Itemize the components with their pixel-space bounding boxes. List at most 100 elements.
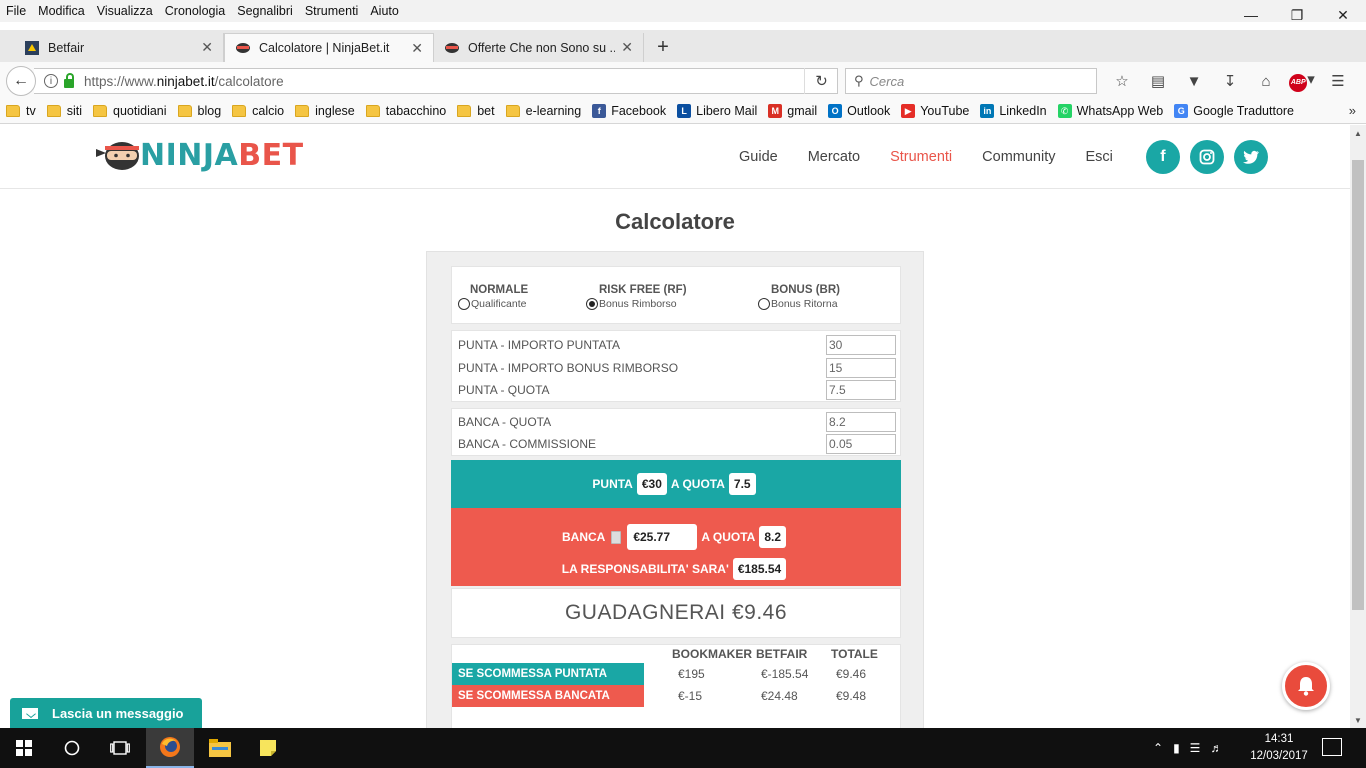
notification-bell-button[interactable]	[1282, 662, 1330, 710]
minimize-icon[interactable]: —	[1228, 0, 1274, 30]
reload-icon[interactable]: ↻	[804, 68, 838, 94]
banca-amount-field[interactable]: €25.77	[627, 524, 698, 550]
clipboard-icon[interactable]	[611, 530, 622, 544]
close-tab-icon[interactable]: ✕	[621, 39, 633, 56]
home-icon[interactable]: ⌂	[1248, 73, 1284, 90]
close-tab-icon[interactable]: ✕	[201, 39, 213, 56]
menu-file[interactable]: File	[0, 0, 32, 22]
close-window-icon[interactable]: ✕	[1320, 0, 1366, 30]
punta-odds-badge: 7.5	[728, 473, 756, 495]
nav-community[interactable]: Community	[982, 149, 1055, 165]
download-icon[interactable]: ↧	[1212, 72, 1248, 90]
menu-cronologia[interactable]: Cronologia	[159, 0, 231, 22]
bookmark-blog[interactable]: blog	[177, 104, 221, 118]
close-tab-icon[interactable]: ✕	[411, 40, 423, 57]
menu-aiuto[interactable]: Aiuto	[364, 0, 405, 22]
bookmarks-overflow-icon[interactable]: »	[1349, 103, 1356, 118]
menu-visualizza[interactable]: Visualizza	[91, 0, 159, 22]
url-bar[interactable]: i https://www.ninjabet.it/calcolatore	[34, 68, 838, 94]
linkedin-icon: in	[980, 104, 995, 118]
punta-quota-input[interactable]	[826, 380, 896, 400]
bookmark-youtube[interactable]: ▶ YouTube	[901, 104, 969, 118]
bookmark-inglese[interactable]: inglese	[295, 104, 355, 118]
info-icon[interactable]: i	[44, 74, 58, 88]
firefox-taskbar-icon[interactable]	[146, 728, 194, 768]
radio-normale[interactable]	[458, 298, 470, 310]
nav-guide[interactable]: Guide	[739, 149, 778, 165]
bookmark-whatsapp-web[interactable]: ✆ WhatsApp Web	[1057, 104, 1163, 118]
mode-normale[interactable]: NORMALE Qualificante	[458, 284, 528, 310]
folder-icon	[232, 105, 247, 117]
bookmark-linkedin[interactable]: in LinkedIn	[980, 104, 1047, 118]
bookmark-libero-mail[interactable]: L Libero Mail	[677, 104, 757, 118]
bookmark-calcio[interactable]: calcio	[232, 104, 284, 118]
leave-message-button[interactable]: Lascia un messaggio	[10, 698, 202, 728]
page-title: Calcolatore	[615, 209, 735, 234]
file-explorer-icon[interactable]	[196, 728, 244, 768]
wifi-icon[interactable]: ☰	[1190, 741, 1201, 755]
tab-offerte[interactable]: Offerte Che non Sono su ... ✕	[434, 33, 644, 62]
scroll-up-icon[interactable]: ▲	[1350, 125, 1366, 141]
bookmark-gmail[interactable]: Mgmail	[768, 104, 817, 118]
menu-segnalibri[interactable]: Segnalibri	[231, 0, 299, 22]
url-text[interactable]: https://www.ninjabet.it/calcolatore	[84, 74, 284, 89]
hamburger-menu-icon[interactable]: ☰	[1320, 72, 1356, 90]
banca-commissione-input[interactable]	[826, 434, 896, 454]
nav-strumenti[interactable]: Strumenti	[890, 149, 952, 165]
importo-puntata-input[interactable]	[826, 335, 896, 355]
cell-totale: €9.48	[836, 689, 867, 703]
tray-chevron-icon[interactable]: ⌃	[1153, 741, 1163, 755]
sticky-notes-icon[interactable]	[244, 728, 292, 768]
nav-esci[interactable]: Esci	[1085, 149, 1112, 165]
mode-risk-free[interactable]: RISK FREE (RF) Bonus Rimborso	[586, 284, 687, 310]
scroll-thumb[interactable]	[1352, 160, 1364, 610]
tab-calcolatore[interactable]: Calcolatore | NinjaBet.it ✕	[224, 33, 434, 62]
bookmark-quotidiani[interactable]: quotidiani	[93, 104, 167, 118]
betfair-favicon-icon	[24, 40, 40, 56]
restore-icon[interactable]: ❐	[1274, 0, 1320, 30]
bookmark-label: inglese	[315, 104, 355, 118]
ninjabet-logo[interactable]: NINJABET	[94, 139, 304, 173]
scroll-down-icon[interactable]: ▼	[1350, 712, 1366, 728]
task-view-icon[interactable]	[96, 728, 144, 768]
twitter-icon[interactable]	[1233, 140, 1268, 174]
bookmark-tabacchino[interactable]: tabacchino	[365, 104, 446, 118]
radio-bonus[interactable]	[758, 298, 770, 310]
action-center-icon[interactable]	[1322, 738, 1342, 756]
bookmark-siti[interactable]: siti	[46, 104, 82, 118]
banca-quota-input[interactable]	[826, 412, 896, 432]
facebook-icon[interactable]: f	[1145, 140, 1180, 174]
bookmark-facebook[interactable]: f Facebook	[592, 104, 666, 118]
tab-betfair[interactable]: Betfair ✕	[14, 33, 224, 62]
nav-mercato[interactable]: Mercato	[808, 149, 860, 165]
search-input[interactable]: ⚲ Cerca	[845, 68, 1097, 94]
adblock-icon[interactable]: ABP ▾	[1284, 70, 1320, 92]
bookmark-bet[interactable]: bet	[457, 104, 495, 118]
mode-bonus[interactable]: BONUS (BR) Bonus Ritorna	[758, 284, 840, 310]
page-scrollbar[interactable]: ▲ ▼	[1350, 125, 1366, 728]
cortana-search-icon[interactable]	[48, 728, 96, 768]
tab-label: Offerte Che non Sono su ...	[468, 40, 616, 55]
bookmark-star-icon[interactable]: ☆	[1104, 72, 1140, 90]
new-tab-button[interactable]: +	[650, 34, 676, 60]
bookmark-e-learning[interactable]: e-learning	[505, 104, 581, 118]
bookmark-label: Libero Mail	[696, 104, 758, 118]
instagram-icon[interactable]	[1189, 140, 1224, 174]
reading-list-icon[interactable]: ▤	[1140, 72, 1176, 90]
radio-risk-free[interactable]	[586, 298, 598, 310]
back-button[interactable]: ←	[6, 66, 36, 96]
bookmark-outlook[interactable]: O Outlook	[828, 104, 890, 118]
banca-fields: BANCA - QUOTA BANCA - COMMISSIONE	[451, 408, 901, 456]
battery-icon[interactable]: ▮	[1173, 741, 1180, 755]
volume-icon[interactable]: ♬	[1210, 741, 1222, 755]
field-importo-puntata: PUNTA - IMPORTO PUNTATA	[458, 334, 896, 356]
pocket-icon[interactable]: ▼	[1176, 73, 1212, 90]
bookmark-tv[interactable]: tv	[6, 104, 36, 118]
menu-strumenti[interactable]: Strumenti	[299, 0, 365, 22]
menu-modifica[interactable]: Modifica	[32, 0, 91, 22]
taskbar-clock[interactable]: 14:31 12/03/2017	[1246, 731, 1312, 765]
outlook-icon: O	[828, 104, 843, 118]
bookmark-google-traduttore[interactable]: G Google Traduttore	[1174, 104, 1294, 118]
windows-start-icon[interactable]	[0, 728, 48, 768]
importo-bonus-input[interactable]	[826, 358, 896, 378]
